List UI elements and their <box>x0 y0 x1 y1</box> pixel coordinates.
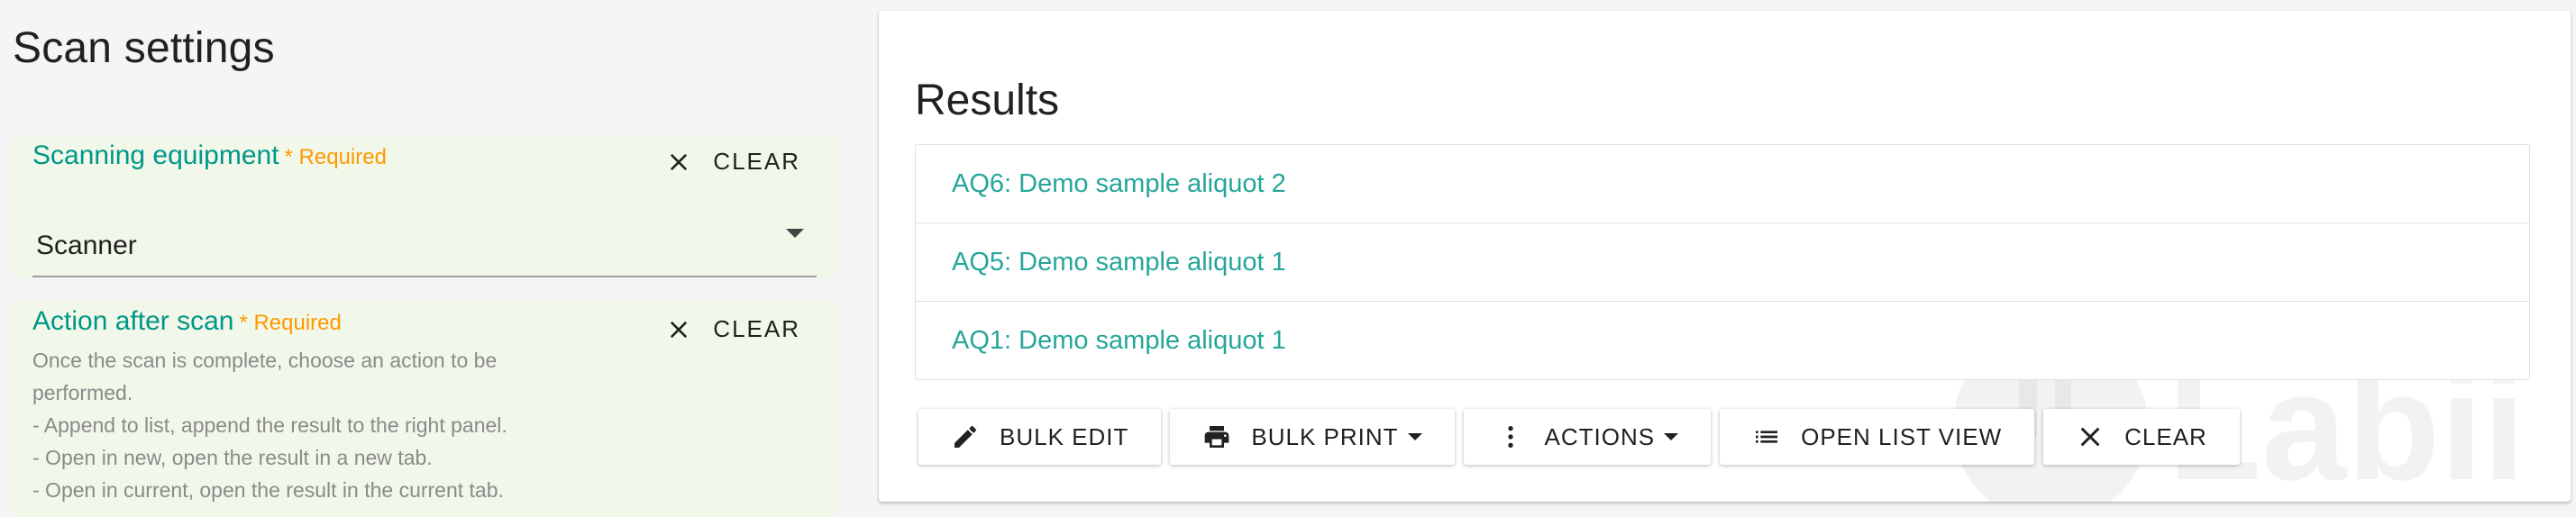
page-title: Scan settings <box>13 24 275 72</box>
help-line: Once the scan is complete, choose an act… <box>32 349 498 372</box>
actions-button[interactable]: ACTIONS <box>1463 409 1712 465</box>
help-line: - Append to list, append the result to t… <box>32 413 507 437</box>
open-list-view-label: OPEN LIST VIEW <box>1801 422 2003 450</box>
clear-label: CLEAR <box>713 148 800 175</box>
close-icon <box>671 321 688 338</box>
required-marker: * Required <box>239 311 342 335</box>
required-marker: * Required <box>284 145 387 169</box>
clear-results-button[interactable]: CLEAR <box>2043 409 2240 465</box>
list-icon <box>1756 431 1778 443</box>
action-after-scan-clear-button[interactable]: CLEAR <box>666 315 800 343</box>
action-help-text: Once the scan is complete, choose an act… <box>32 344 663 506</box>
dropdown-caret-icon <box>1664 433 1679 440</box>
result-item[interactable]: AQ5: Demo sample aliquot 1 <box>916 223 2529 302</box>
scan-settings-panel: Scan settings Scanning equipment * Requir… <box>0 0 856 517</box>
open-list-view-button[interactable]: OPEN LIST VIEW <box>1720 409 2035 465</box>
action-after-scan-field: Action after scan * Required CLEAR Once t… <box>13 301 836 517</box>
more-vert-icon <box>1507 426 1513 448</box>
scanning-equipment-label-text: Scanning equipment <box>32 141 279 170</box>
clear-label: CLEAR <box>713 315 800 342</box>
selected-value: Scanner <box>36 231 137 260</box>
results-title: Results <box>915 77 1060 124</box>
close-icon <box>2080 427 2100 447</box>
bulk-print-label: BULK PRINT <box>1251 422 1399 450</box>
results-panel: Labii Results AQ6: Demo sample aliquot 2… <box>879 11 2571 502</box>
printer-icon <box>1205 426 1229 448</box>
dropdown-caret-icon <box>1407 433 1422 440</box>
scanning-equipment-field: Scanning equipment * Required CLEAR Scann… <box>13 135 836 277</box>
action-after-scan-label: Action after scan * Required <box>32 306 342 337</box>
result-item[interactable]: AQ1: Demo sample aliquot 1 <box>916 302 2529 379</box>
scanning-equipment-select[interactable]: Scanner <box>32 213 817 277</box>
dropdown-caret-icon <box>786 229 804 238</box>
close-icon <box>671 153 688 170</box>
actions-label: ACTIONS <box>1544 422 1656 450</box>
bulk-print-button[interactable]: BULK PRINT <box>1170 409 1455 465</box>
action-after-scan-label-text: Action after scan <box>32 306 234 336</box>
bulk-edit-button[interactable]: BULK EDIT <box>918 409 1162 465</box>
help-line: performed. <box>32 381 133 404</box>
pencil-icon <box>955 425 977 448</box>
clear-results-label: CLEAR <box>2124 422 2207 450</box>
scanning-equipment-label: Scanning equipment * Required <box>32 141 387 171</box>
help-line: - Open in new, open the result in a new … <box>32 446 433 469</box>
bulk-edit-label: BULK EDIT <box>1000 422 1129 450</box>
scanning-equipment-clear-button[interactable]: CLEAR <box>666 148 800 176</box>
results-list: AQ6: Demo sample aliquot 2 AQ5: Demo sam… <box>915 144 2530 380</box>
result-item[interactable]: AQ6: Demo sample aliquot 2 <box>916 145 2529 223</box>
results-toolbar: BULK EDIT BULK PRINT ACTIONS OPEN LIST V… <box>918 409 2240 465</box>
help-line: - Open in current, open the result in th… <box>32 478 504 502</box>
